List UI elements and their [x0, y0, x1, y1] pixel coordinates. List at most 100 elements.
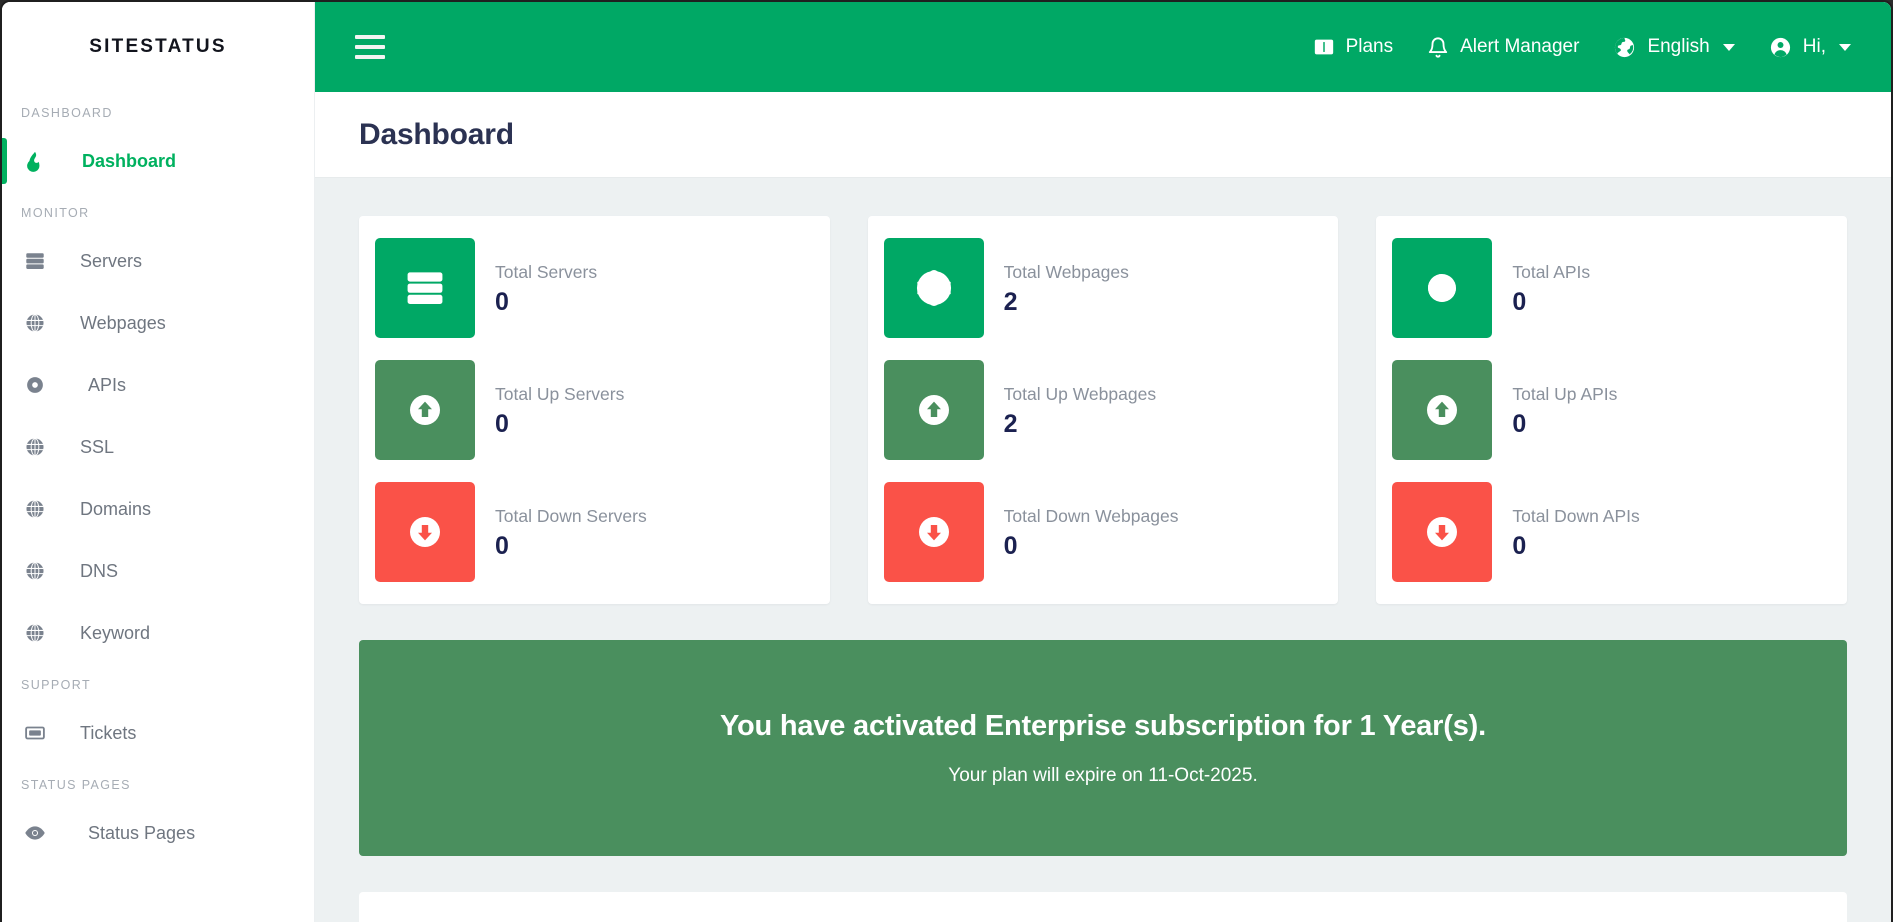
- hamburger-bar: [355, 45, 385, 49]
- sidebar-item-label: Keyword: [80, 622, 151, 643]
- topnav-label: Plans: [1345, 36, 1394, 57]
- subscription-banner: You have activated Enterprise subscripti…: [359, 640, 1847, 856]
- stat-value: 0: [1512, 531, 1527, 560]
- sidebar-item-label: Servers: [80, 250, 143, 271]
- sidebar-section-label: DASHBOARD: [21, 106, 113, 120]
- stat-label: Total Down Webpages: [1003, 505, 1179, 526]
- globe-icon: [24, 312, 58, 334]
- sidebar-item-label: SSL: [80, 436, 115, 457]
- arrow-down-circle-icon-tile: [375, 482, 475, 582]
- sidebar-item-label: Domains: [80, 498, 152, 519]
- main-area: Plans Alert Manager English Hi, Dashboar…: [315, 2, 1891, 922]
- topnav-label: Hi,: [1802, 36, 1826, 57]
- page-header: Dashboard: [315, 92, 1891, 178]
- api-dot-icon: [24, 374, 58, 396]
- stat-meta: Total Down Webpages 0: [1004, 506, 1179, 559]
- stat-label: Total APIs: [1512, 261, 1591, 282]
- sidebar-item-label: APIs: [88, 374, 127, 395]
- stat-label: Total Down Servers: [495, 505, 647, 526]
- bell-icon: [1427, 36, 1449, 59]
- sidebar-item-label: DNS: [80, 560, 119, 581]
- stat-value: 0: [495, 531, 509, 560]
- stat-row: Total Up APIs 0: [1392, 360, 1823, 460]
- subscription-banner-subtitle: Your plan will expire on 11-Oct-2025.: [948, 764, 1258, 786]
- sidebar-item-keyword[interactable]: Keyword: [2, 602, 314, 664]
- user-icon: [1769, 36, 1792, 59]
- stat-value: 2: [1003, 409, 1018, 438]
- stat-meta: Total Up Webpages 2: [1004, 384, 1156, 437]
- stat-row: Total Down Servers 0: [375, 482, 806, 582]
- arrow-up-circle-icon-tile: [883, 360, 984, 460]
- app-shell: SITESTATUS DASHBOARD Dashboard MONITOR Serv…: [2, 2, 1891, 922]
- sidebar-item-ssl[interactable]: SSL: [2, 416, 314, 478]
- sidebar-item-domains[interactable]: Domains: [2, 478, 314, 540]
- server-icon-tile: [375, 238, 475, 338]
- stat-label: Total Servers: [495, 261, 598, 282]
- topnav-label: English: [1647, 36, 1710, 57]
- stat-row: Total Up Servers 0: [375, 360, 806, 460]
- globe-icon: [1613, 36, 1636, 59]
- sidebar-item-label: Dashboard: [82, 150, 177, 171]
- sidebar-section-label: SUPPORT: [21, 678, 91, 692]
- topnav-item-user-menu[interactable]: Hi,: [1769, 36, 1851, 59]
- topnav-item-alert-manager[interactable]: Alert Manager: [1427, 36, 1579, 59]
- globe-icon-tile: [883, 238, 984, 338]
- stat-value: 0: [1512, 409, 1527, 438]
- topnav-item-language[interactable]: English: [1613, 36, 1735, 59]
- top-navbar: Plans Alert Manager English Hi,: [315, 2, 1891, 92]
- topnav-item-plans[interactable]: Plans: [1313, 36, 1394, 58]
- ticket-icon: [24, 722, 58, 744]
- apis-card: Total APIs 0 Total Up APIs 0 Total Down APIs…: [1376, 216, 1848, 604]
- sidebar-section-label: STATUS PAGES: [21, 778, 131, 792]
- stat-value: 0: [495, 409, 509, 438]
- sidebar-item-status-pages[interactable]: Status Pages: [2, 802, 314, 864]
- stat-meta: Total APIs 0: [1512, 262, 1590, 315]
- webpages-card: Total Webpages 2 Total Up Webpages 2 Total D…: [867, 216, 1339, 604]
- brand-name: SITESTATUS: [89, 36, 227, 57]
- sidebar-item-dns[interactable]: DNS: [2, 540, 314, 602]
- stat-meta: Total Webpages 2: [1004, 262, 1129, 315]
- api-icon-tile: [1392, 238, 1493, 338]
- chevron-down-icon: [1839, 43, 1851, 51]
- sidebar-item-tickets[interactable]: Tickets: [2, 702, 314, 764]
- arrow-up-circle-icon-tile: [375, 360, 475, 460]
- stat-cards-row: Total Servers 0 Total Up Servers 0 Total Dow…: [359, 216, 1848, 604]
- stat-value: 0: [1003, 531, 1018, 560]
- sidebar-nav: DASHBOARD Dashboard MONITOR Servers Webpages…: [2, 106, 314, 864]
- stat-label: Total Up APIs: [1512, 383, 1618, 404]
- sidebar: SITESTATUS DASHBOARD Dashboard MONITOR Serv…: [2, 2, 315, 922]
- sidebar-item-label: Tickets: [80, 722, 137, 743]
- hamburger-icon[interactable]: [355, 35, 385, 59]
- stat-meta: Total Up Servers 0: [495, 384, 624, 437]
- brand-logo[interactable]: SITESTATUS: [2, 2, 314, 92]
- hamburger-bar: [355, 55, 385, 59]
- stat-value: 0: [1512, 287, 1527, 316]
- chevron-down-icon: [1722, 43, 1735, 51]
- hamburger-bar: [355, 35, 385, 39]
- sidebar-item-servers[interactable]: Servers: [2, 230, 314, 292]
- sidebar-item-apis[interactable]: APIs: [2, 354, 314, 416]
- servers-card: Total Servers 0 Total Up Servers 0 Total Dow…: [359, 216, 830, 604]
- columns-icon: [1313, 36, 1335, 58]
- stat-meta: Total Down Servers 0: [495, 506, 647, 559]
- globe-icon: [24, 622, 58, 644]
- topnav-label: Alert Manager: [1460, 36, 1580, 57]
- top-navbar-actions: Plans Alert Manager English Hi,: [1313, 36, 1851, 59]
- server-icon: [24, 250, 58, 272]
- stat-meta: Total Servers 0: [495, 262, 597, 315]
- sidebar-item-dashboard[interactable]: Dashboard: [2, 130, 314, 192]
- subscription-banner-title: You have activated Enterprise subscripti…: [720, 709, 1486, 742]
- page-content: Total Servers 0 Total Up Servers 0 Total Dow…: [315, 178, 1891, 922]
- stat-label: Total Up Servers: [495, 383, 625, 404]
- sidebar-item-webpages[interactable]: Webpages: [2, 292, 314, 354]
- stat-row: Total Webpages 2: [883, 238, 1315, 338]
- globe-icon: [24, 436, 58, 458]
- arrow-down-circle-icon-tile: [1392, 482, 1493, 582]
- stat-label: Total Webpages: [1003, 261, 1129, 282]
- arrow-down-circle-icon-tile: [883, 482, 984, 582]
- stat-row: Total Down Webpages 0: [883, 482, 1315, 582]
- stat-row: Total Down APIs 0: [1392, 482, 1823, 582]
- flame-icon: [24, 150, 58, 172]
- stat-value: 2: [1003, 287, 1018, 316]
- stat-row: Total Servers 0: [375, 238, 806, 338]
